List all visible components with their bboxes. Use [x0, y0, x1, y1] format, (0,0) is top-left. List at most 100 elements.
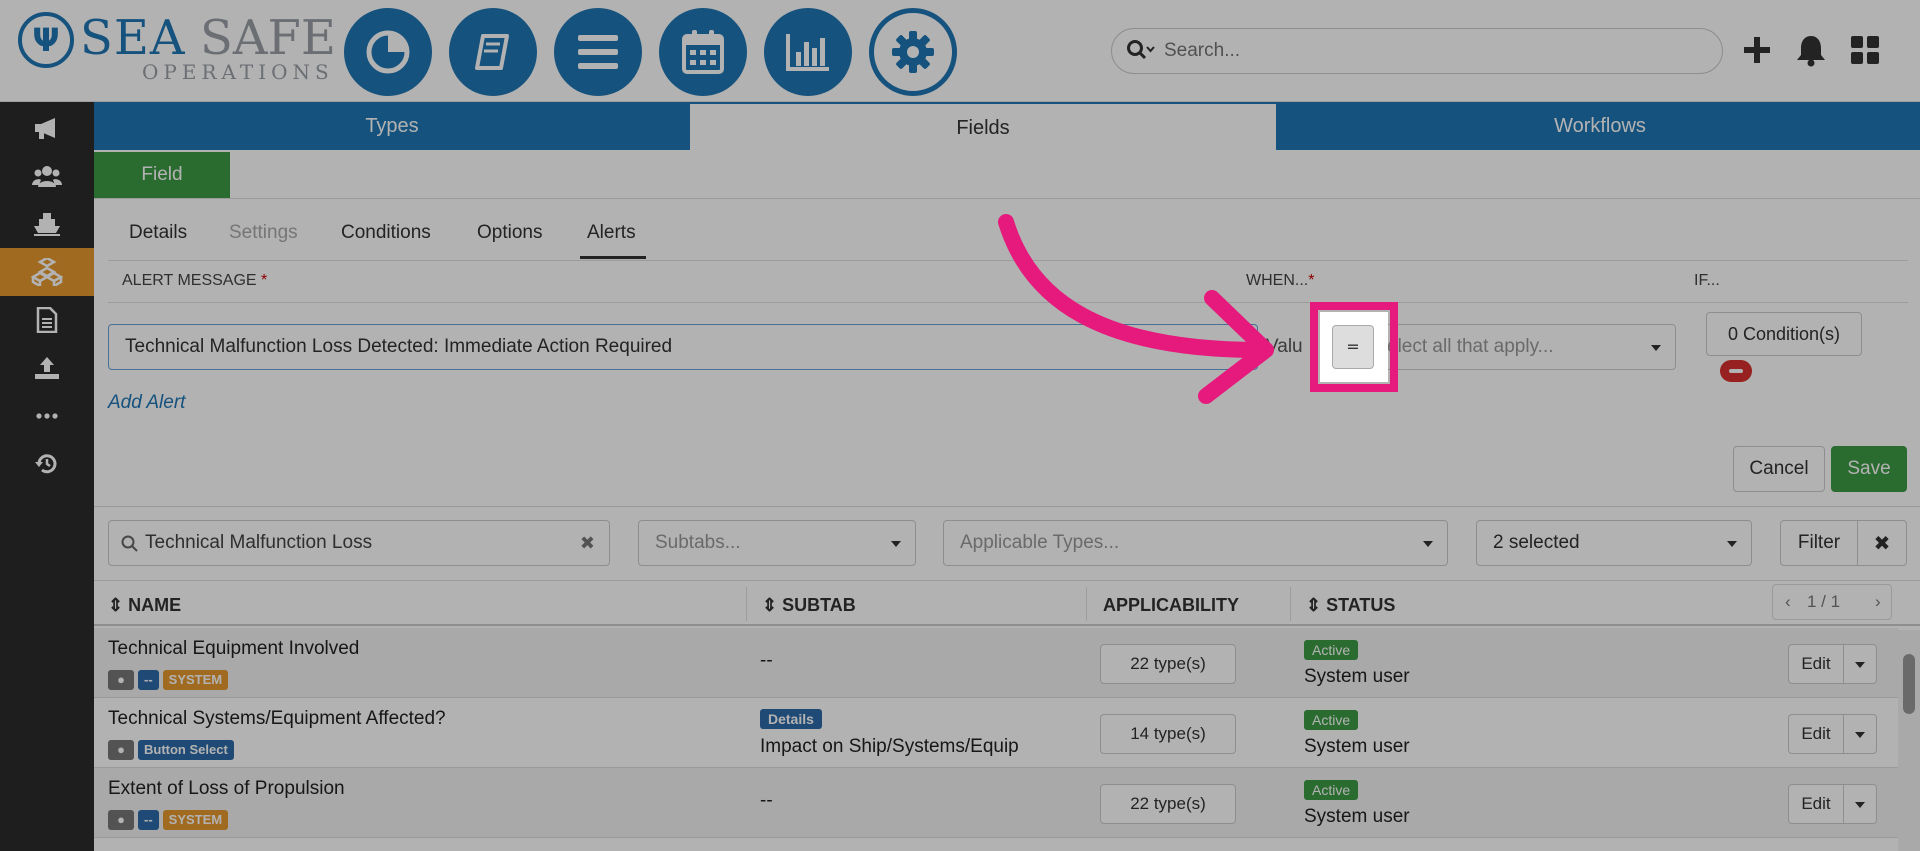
tab-types[interactable]: Types: [94, 102, 690, 150]
alert-message-column-header: ALERT MESSAGE *: [122, 272, 268, 289]
edit-button[interactable]: Edit: [1788, 644, 1844, 684]
types-count-button[interactable]: 22 type(s): [1100, 644, 1236, 684]
types-filter-select[interactable]: Applicable Types...: [943, 520, 1448, 566]
highlight-box: [1310, 302, 1398, 392]
list-icon: [578, 35, 618, 69]
field-name: Extent of Loss of Propulsion: [108, 778, 345, 799]
page-indicator: 1 / 1: [1807, 592, 1841, 611]
subtab-value: --: [760, 790, 773, 811]
remove-alert-icon[interactable]: [1720, 360, 1752, 382]
config-tabs: Types Fields Workflows: [94, 102, 1920, 152]
search-icon: [1127, 40, 1155, 60]
table-row[interactable]: Technical Systems/Equipment Affected? ● …: [94, 698, 1898, 768]
next-page-icon[interactable]: ›: [1875, 592, 1881, 612]
divider: [1290, 587, 1291, 621]
nav-calendar-button[interactable]: [659, 8, 747, 96]
edit-dropdown-button[interactable]: [1843, 644, 1877, 684]
tab-workflows[interactable]: Workflows: [1280, 102, 1920, 150]
notifications-button[interactable]: [1791, 30, 1831, 70]
sidebar-item-vessels[interactable]: [0, 200, 94, 248]
status-column-header[interactable]: ⇕ STATUS: [1306, 595, 1395, 616]
active-subtab-indicator: [580, 256, 646, 259]
table-row[interactable]: Extent of Loss of Propulsion ● -- SYSTEM…: [94, 768, 1898, 838]
chevron-down-icon: [1727, 541, 1737, 547]
subtab-options[interactable]: Options: [477, 222, 542, 244]
subtabs-filter-select[interactable]: Subtabs...: [638, 520, 916, 566]
field-tab-button[interactable]: Field: [94, 152, 230, 198]
sidebar-item-upload[interactable]: [0, 344, 94, 392]
pie-chart-icon: [366, 30, 410, 74]
subtab-value: Impact on Ship/Systems/Equip: [760, 736, 1019, 757]
table-row[interactable]: Technical Equipment Involved ● -- SYSTEM…: [94, 628, 1898, 698]
subtab-details[interactable]: Details: [129, 222, 187, 244]
type-badge: --: [138, 670, 159, 690]
subtab-alerts[interactable]: Alerts: [587, 222, 636, 244]
edit-button[interactable]: Edit: [1788, 714, 1844, 754]
type-badge: Button Select: [138, 740, 234, 760]
nav-settings-button[interactable]: [869, 8, 957, 96]
ship-icon: [34, 213, 60, 236]
global-search[interactable]: [1111, 28, 1723, 74]
sidebar-item-documents[interactable]: [0, 296, 94, 344]
save-button[interactable]: Save: [1831, 446, 1907, 492]
trident-icon: Ψ: [18, 12, 74, 68]
subtab-conditions[interactable]: Conditions: [341, 222, 431, 244]
logo-safe-text: SAFE: [200, 10, 336, 66]
applicability-column-header: APPLICABILITY: [1103, 595, 1240, 615]
divider: [94, 198, 1920, 199]
book-icon: [475, 34, 509, 70]
sidebar-item-history[interactable]: [0, 440, 94, 488]
nav-menu-button[interactable]: [554, 8, 642, 96]
edit-button[interactable]: Edit: [1788, 784, 1844, 824]
sidebar-item-more[interactable]: [0, 392, 94, 440]
scrollbar-thumb[interactable]: [1903, 654, 1915, 714]
subtab-column-header[interactable]: ⇕ SUBTAB: [762, 595, 856, 616]
chevron-down-icon: [1855, 802, 1865, 808]
prev-page-icon[interactable]: ‹: [1785, 592, 1791, 612]
user-icon: ●: [108, 670, 134, 690]
clear-search-icon[interactable]: ✖: [580, 521, 595, 565]
seasafe-logo[interactable]: Ψ SEA SAFE OPERATIONS: [18, 10, 336, 85]
types-count-button[interactable]: 22 type(s): [1100, 784, 1236, 824]
status-badge: Active: [1304, 780, 1359, 800]
nav-dashboard-button[interactable]: [344, 8, 432, 96]
calendar-icon: [682, 30, 724, 74]
upload-icon: [35, 357, 59, 379]
types-count-button[interactable]: 14 type(s): [1100, 714, 1236, 754]
sidebar-item-announcements[interactable]: [0, 104, 94, 152]
status-badge: Active: [1304, 640, 1359, 660]
user-icon: ●: [108, 810, 134, 830]
table-header: ⇕ NAME ⇕ SUBTAB APPLICABILITY ⇕ STATUS: [94, 580, 1920, 626]
applies-placeholder: elect all that apply...: [1387, 336, 1554, 357]
apps-button[interactable]: [1845, 30, 1885, 70]
divider: [94, 506, 1920, 507]
chevron-down-icon: [1651, 345, 1661, 351]
applies-select[interactable]: elect all that apply...: [1376, 324, 1676, 370]
subtab-badge-wrap: Details: [760, 708, 822, 730]
clear-filter-button[interactable]: ✖: [1857, 520, 1907, 566]
sidebar-item-configuration[interactable]: [0, 248, 94, 296]
history-icon: [35, 454, 57, 474]
system-badge: SYSTEM: [162, 810, 229, 830]
cancel-button[interactable]: Cancel: [1733, 446, 1825, 492]
filter-button[interactable]: Filter: [1780, 520, 1858, 566]
nav-reports-button[interactable]: [764, 8, 852, 96]
chevron-down-icon: [891, 541, 901, 547]
tab-fields[interactable]: Fields: [690, 104, 1276, 152]
nav-library-button[interactable]: [449, 8, 537, 96]
name-column-header[interactable]: ⇕ NAME: [108, 595, 181, 616]
divider: [746, 587, 747, 621]
apps-grid-icon: [1851, 36, 1879, 64]
add-alert-link[interactable]: Add Alert: [108, 392, 185, 414]
search-input[interactable]: [1162, 38, 1702, 64]
sidebar-item-users[interactable]: [0, 152, 94, 200]
conditions-button[interactable]: 0 Condition(s): [1706, 312, 1862, 356]
status-badge: Active: [1304, 710, 1359, 730]
field-search-input[interactable]: Technical Malfunction Loss ✖: [108, 520, 610, 566]
edit-dropdown-button[interactable]: [1843, 714, 1877, 754]
cubes-icon: [31, 258, 63, 286]
status-filter-select[interactable]: 2 selected: [1476, 520, 1752, 566]
add-button[interactable]: [1737, 30, 1777, 70]
logo-sea-text: SEA: [80, 10, 186, 66]
edit-dropdown-button[interactable]: [1843, 784, 1877, 824]
